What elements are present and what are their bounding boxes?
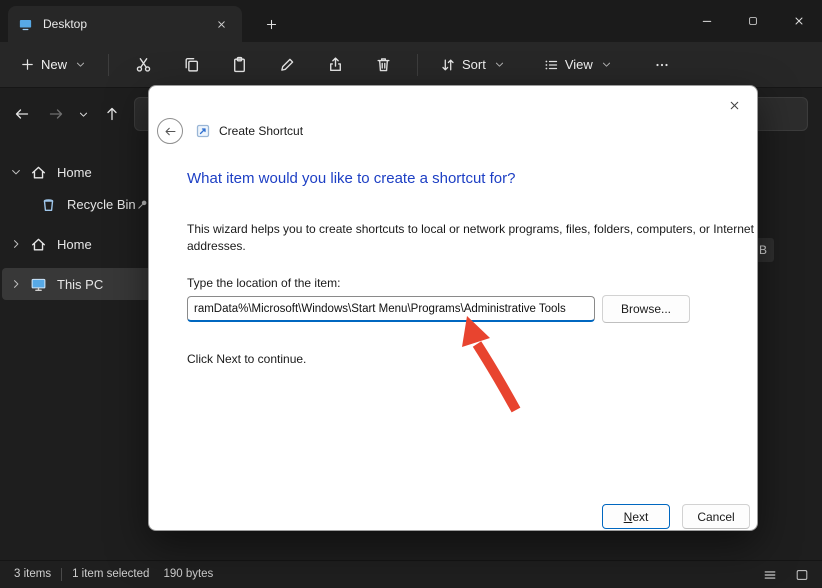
recent-locations-button[interactable] [72,98,94,130]
this-pc-icon [30,276,47,293]
details-view-icon [763,568,777,582]
close-icon [728,99,741,112]
view-button-label: View [565,57,593,72]
location-label: Type the location of the item: [187,276,340,290]
dialog-close-button[interactable] [719,92,749,118]
dialog-title: Create Shortcut [219,124,303,138]
share-button[interactable] [315,49,355,81]
location-input[interactable] [187,296,595,322]
dialog-heading: What item would you like to create a sho… [187,170,515,187]
rename-icon [279,56,296,73]
tab-desktop[interactable]: Desktop [8,6,242,42]
chevron-down-icon [78,109,89,120]
back-arrow-icon [14,106,30,122]
sidebar-item-this-pc[interactable]: This PC [2,268,152,300]
plus-icon [20,57,35,72]
chevron-down-icon [601,59,612,70]
sidebar-item-label: Home [57,165,152,180]
selection-size: 190 bytes [163,568,213,580]
divider [61,568,62,581]
dialog-header: Create Shortcut [157,116,303,146]
sidebar-item-label: This PC [57,277,152,292]
selection-status: 1 item selected [72,568,149,580]
divider [417,54,418,76]
view-button[interactable]: View [535,49,620,81]
close-icon [216,19,227,30]
new-button[interactable]: New [12,49,94,81]
chevron-right-icon[interactable] [10,238,22,250]
divider [108,54,109,76]
paste-button[interactable] [219,49,259,81]
browse-button[interactable]: Browse... [602,295,690,323]
chevron-down-icon[interactable] [10,166,22,178]
details-view-button[interactable] [758,564,782,585]
next-button[interactable]: Next [602,504,670,529]
close-window-button[interactable] [776,0,822,42]
maximize-icon [747,15,759,27]
rename-button[interactable] [267,49,307,81]
new-button-label: New [41,57,67,72]
next-button-label: ext [632,510,648,524]
back-arrow-icon [164,125,177,138]
paste-icon [231,56,248,73]
tab-title: Desktop [43,17,210,31]
forward-button[interactable] [40,98,72,130]
back-button[interactable] [6,98,38,130]
recycle-bin-icon [40,196,57,213]
view-toggles [758,561,814,588]
command-bar: New Sort [0,42,822,88]
pin-icon [136,198,149,211]
sidebar-item-label: Recycle Bin [67,197,136,212]
sidebar-item-home[interactable]: Home [2,156,152,188]
ellipsis-icon [654,57,670,73]
sidebar-item-recycle-bin[interactable]: Recycle Bin [2,188,152,220]
items-count: 3 items [14,568,51,580]
view-icon [543,57,559,73]
delete-button[interactable] [363,49,403,81]
tab-close-icon[interactable] [210,13,232,35]
sort-button-label: Sort [462,57,486,72]
up-arrow-icon [104,106,120,122]
minimize-icon [701,15,713,27]
large-icons-view-button[interactable] [790,564,814,585]
maximize-button[interactable] [730,0,776,42]
chevron-down-icon [494,59,505,70]
share-icon [327,56,344,73]
new-tab-button[interactable] [258,12,284,36]
status-bar: 3 items 1 item selected 190 bytes [0,560,822,587]
shortcut-icon [195,123,211,139]
up-button[interactable] [96,98,128,130]
chevron-down-icon [75,59,86,70]
close-icon [793,15,805,27]
sidebar-item-home-2[interactable]: Home [2,228,152,260]
titlebar: Desktop [0,0,822,42]
continue-hint: Click Next to continue. [187,352,306,366]
window-controls [684,0,822,42]
cut-button[interactable] [123,49,163,81]
minimize-button[interactable] [684,0,730,42]
plus-icon [265,18,278,31]
next-button-mnemonic: N [624,510,633,524]
home-icon [30,164,47,181]
large-icons-view-icon [795,568,809,582]
dialog-description: This wizard helps you to create shortcut… [187,221,767,255]
create-shortcut-dialog: Create Shortcut What item would you like… [148,85,758,531]
delete-icon [375,56,392,73]
desktop-tab-icon [18,17,33,32]
forward-arrow-icon [48,106,64,122]
home-icon [30,236,47,253]
sort-icon [440,57,456,73]
sort-button[interactable]: Sort [432,49,513,81]
cut-icon [135,56,152,73]
back-button[interactable] [157,118,183,144]
cancel-button[interactable]: Cancel [682,504,750,529]
chevron-right-icon[interactable] [10,278,22,290]
copy-button[interactable] [171,49,211,81]
copy-icon [183,56,200,73]
sidebar-item-label: Home [57,237,152,252]
more-options-button[interactable] [642,49,682,81]
